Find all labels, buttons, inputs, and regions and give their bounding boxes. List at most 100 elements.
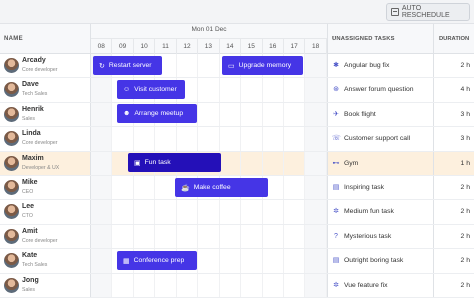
time-slot[interactable] — [220, 273, 242, 297]
time-slot[interactable] — [112, 273, 134, 297]
time-slot[interactable] — [155, 127, 177, 151]
event-visit-customer[interactable]: ☺ Visit customer — [117, 80, 185, 99]
auto-reschedule-button[interactable]: AUTO RESCHEDULE — [386, 3, 470, 21]
unassigned-task[interactable]: ▤ Outright boring task — [327, 249, 433, 273]
time-slot[interactable] — [220, 249, 242, 273]
unassigned-task[interactable]: ▤ Inspiring task — [327, 175, 433, 200]
time-slot[interactable] — [284, 175, 306, 200]
time-slot[interactable] — [177, 200, 199, 224]
time-slot[interactable] — [177, 54, 199, 78]
event-restart-server[interactable]: ↻ Restart server — [93, 56, 162, 75]
timeline-row[interactable] — [91, 273, 327, 297]
time-slot[interactable] — [220, 200, 242, 224]
scheduler-row[interactable]: Maxim Developer & UX ⊷ Gym 1 h — [0, 151, 474, 176]
time-slot[interactable] — [263, 249, 284, 273]
time-slot[interactable] — [112, 200, 134, 224]
unassigned-task[interactable]: ✲ Medium fun task — [327, 200, 433, 224]
scheduler-row[interactable]: Jong Sales ✲ Vue feature fix 2 h — [0, 273, 474, 298]
unassigned-task[interactable]: ? Mysterious task — [327, 224, 433, 249]
time-slot[interactable] — [177, 127, 199, 151]
time-slot[interactable] — [305, 127, 327, 151]
time-slot[interactable] — [134, 224, 156, 249]
time-slot[interactable] — [305, 102, 327, 127]
time-slot[interactable] — [198, 200, 220, 224]
time-slot[interactable] — [220, 151, 242, 175]
event-conference-prep[interactable]: ▦ Conference prep — [117, 251, 197, 270]
event-fun-task[interactable]: ▣ Fun task — [128, 153, 221, 172]
sort-arrow-icon[interactable]: ↑ — [332, 35, 421, 42]
time-slot[interactable] — [263, 151, 284, 175]
time-slot[interactable] — [91, 249, 113, 273]
time-slot[interactable] — [241, 200, 263, 224]
resource-cell[interactable]: Henrik Sales — [0, 102, 91, 127]
resource-cell[interactable]: Mike CEO — [0, 175, 91, 200]
scheduler-row[interactable]: Amit Core developer? Mysterious task 2 h — [0, 224, 474, 250]
scheduler-row[interactable]: Linda Core developer ☏ Customer support cal… — [0, 127, 474, 152]
scheduler-row[interactable]: Lee CTO ✲ Medium fun task 2 h — [0, 200, 474, 225]
scheduler-row[interactable]: Dave Tech Sales ⊛ Answer forum question 4 h — [0, 78, 474, 103]
time-slot[interactable] — [112, 224, 134, 249]
time-slot[interactable] — [112, 127, 134, 151]
time-slot[interactable] — [91, 151, 113, 175]
time-slot[interactable] — [198, 224, 220, 249]
time-slot[interactable] — [241, 127, 263, 151]
time-slot[interactable] — [284, 78, 306, 102]
resource-cell[interactable]: Arcady Core developer — [0, 54, 91, 78]
time-slot[interactable] — [305, 249, 327, 273]
resource-cell[interactable]: Amit Core developer — [0, 224, 91, 249]
time-slot[interactable] — [263, 102, 284, 127]
time-slot[interactable] — [305, 224, 327, 249]
time-slot[interactable] — [284, 102, 306, 127]
time-slot[interactable] — [134, 200, 156, 224]
timeline-row[interactable] — [91, 224, 327, 249]
time-slot[interactable] — [198, 273, 220, 297]
time-slot[interactable] — [284, 127, 306, 151]
time-slot[interactable] — [91, 273, 113, 297]
time-slot[interactable] — [134, 273, 156, 297]
time-slot[interactable] — [241, 273, 263, 297]
time-slot[interactable] — [241, 78, 263, 102]
time-slot[interactable] — [305, 78, 327, 102]
time-slot[interactable] — [155, 224, 177, 249]
time-slot[interactable] — [112, 175, 134, 200]
time-slot[interactable] — [177, 273, 199, 297]
time-slot[interactable] — [220, 78, 242, 102]
scheduler-row[interactable]: Henrik Sales ✈ Book flight 3 h — [0, 102, 474, 128]
event-arrange-meetup[interactable]: ☻ Arrange meetup — [117, 104, 197, 123]
time-slot[interactable] — [91, 78, 113, 102]
unassigned-task[interactable]: ✱ Angular bug fix — [327, 54, 433, 78]
time-slot[interactable] — [263, 273, 284, 297]
time-slot[interactable] — [284, 151, 306, 175]
time-slot[interactable] — [284, 224, 306, 249]
time-slot[interactable] — [284, 273, 306, 297]
resource-cell[interactable]: Linda Core developer — [0, 127, 91, 151]
event-make-coffee[interactable]: ☕ Make coffee — [175, 178, 268, 197]
unassigned-task[interactable]: ⊷ Gym — [327, 151, 433, 175]
time-slot[interactable] — [305, 175, 327, 200]
time-slot[interactable] — [220, 127, 242, 151]
time-slot[interactable] — [220, 102, 242, 127]
time-slot[interactable] — [305, 54, 327, 78]
time-slot[interactable] — [134, 127, 156, 151]
scheduler-row[interactable]: Kate Tech Sales ▤ Outright boring task 2 h — [0, 249, 474, 274]
time-slot[interactable] — [91, 224, 113, 249]
time-slot[interactable] — [134, 175, 156, 200]
time-slot[interactable] — [155, 273, 177, 297]
time-slot[interactable] — [241, 249, 263, 273]
time-slot[interactable] — [284, 249, 306, 273]
time-slot[interactable] — [155, 175, 177, 200]
time-slot[interactable] — [263, 224, 284, 249]
resource-cell[interactable]: Lee CTO — [0, 200, 91, 224]
time-slot[interactable] — [198, 127, 220, 151]
time-slot[interactable] — [241, 151, 263, 175]
timeline-row[interactable] — [91, 200, 327, 224]
name-column-header[interactable]: NAME — [0, 24, 91, 54]
duration-header[interactable]: DURATION — [433, 24, 474, 54]
unassigned-task[interactable]: ☏ Customer support call — [327, 127, 433, 151]
time-slot[interactable] — [198, 54, 220, 78]
time-slot[interactable] — [91, 200, 113, 224]
time-slot[interactable] — [241, 102, 263, 127]
resource-cell[interactable]: Kate Tech Sales — [0, 249, 91, 273]
time-slot[interactable] — [284, 200, 306, 224]
time-slot[interactable] — [91, 102, 113, 127]
